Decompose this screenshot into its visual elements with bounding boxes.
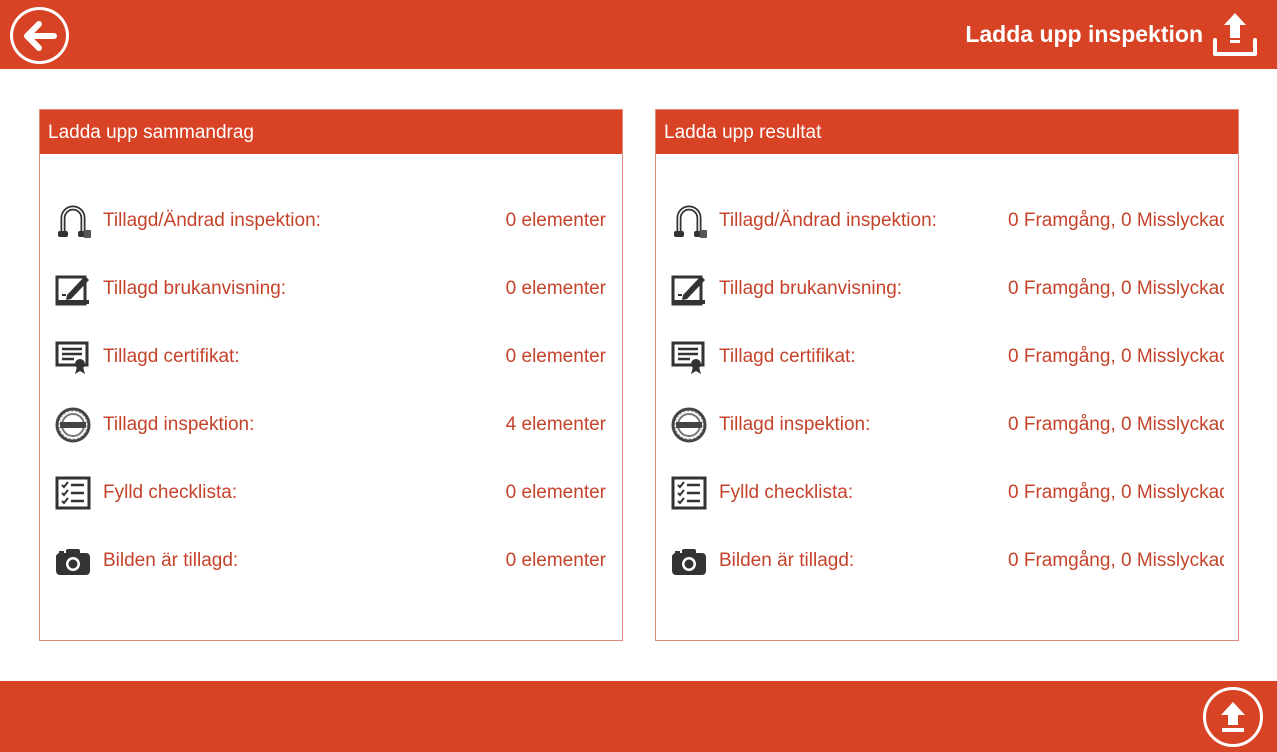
upload-summary-panel: Ladda upp sammandrag Tillagd/Ändrad insp… [39, 109, 623, 641]
top-app-bar: Ladda upp inspektion [0, 0, 1277, 69]
row-label: Tillagd/Ändrad inspektion: [103, 210, 321, 231]
summary-row-checklist: Fylld checklista: 0 elementer [54, 473, 608, 513]
results-row-certificate: Tillagd certifikat: 0 Framgång, 0 Missly… [670, 337, 1224, 377]
row-label: Fylld checklista: [719, 482, 854, 503]
upload-circle-icon [1221, 702, 1245, 732]
row-value: 0 Framgång, 0 Misslyckades [1008, 482, 1224, 503]
row-value: 0 Framgång, 0 Misslyckades [1008, 210, 1224, 231]
camera-icon [670, 543, 708, 579]
checklist-icon [54, 475, 92, 511]
page-title: Ladda upp inspektion [965, 21, 1203, 47]
row-label: Tillagd certifikat: [103, 346, 240, 367]
upload-results-title: Ladda upp resultat [656, 110, 1238, 154]
edit-note-icon [54, 271, 92, 307]
row-label: Tillagd inspektion: [719, 414, 871, 435]
certificate-icon [670, 339, 708, 375]
row-value: 0 elementer [505, 346, 606, 367]
results-row-manual: Tillagd brukanvisning: 0 Framgång, 0 Mis… [670, 269, 1224, 309]
summary-row-manual: Tillagd brukanvisning: 0 elementer [54, 269, 608, 309]
arrow-left-icon [23, 20, 57, 51]
row-value: 0 Framgång, 0 Misslyckades [1008, 278, 1224, 299]
results-row-checklist: Fylld checklista: 0 Framgång, 0 Misslyck… [670, 473, 1224, 513]
row-label: Tillagd certifikat: [719, 346, 856, 367]
row-label: Bilden är tillagd: [103, 550, 239, 571]
row-label: Tillagd brukanvisning: [103, 278, 287, 299]
summary-row-inspection: Tillagd inspektion: 4 elementer [54, 405, 608, 445]
row-value: 0 Framgång, 0 Misslyckades [1008, 414, 1224, 435]
row-value: 4 elementer [505, 414, 606, 435]
row-value: 0 Framgång, 0 Misslyckades [1008, 550, 1224, 571]
row-label: Tillagd/Ändrad inspektion: [719, 210, 937, 231]
results-row-inspection: Tillagd inspektion: 0 Framgång, 0 Missly… [670, 405, 1224, 445]
checklist-icon [670, 475, 708, 511]
upload-button-top[interactable] [1211, 10, 1259, 58]
row-value: 0 Framgång, 0 Misslyckades [1008, 346, 1224, 367]
summary-row-image: Bilden är tillagd: 0 elementer [54, 541, 608, 581]
results-row-modified-inspection: Tillagd/Ändrad inspektion: 0 Framgång, 0… [670, 201, 1224, 241]
row-label: Tillagd brukanvisning: [719, 278, 903, 299]
summary-row-modified-inspection: Tillagd/Ändrad inspektion: 0 elementer [54, 201, 608, 241]
row-value: 0 elementer [505, 278, 606, 299]
shackle-icon [54, 203, 92, 239]
upload-summary-title: Ladda upp sammandrag [40, 110, 622, 154]
inspection-seal-icon [670, 407, 708, 443]
upload-tray-icon [1213, 13, 1257, 56]
row-value: 0 elementer [505, 482, 606, 503]
row-label: Fylld checklista: [103, 482, 238, 503]
camera-icon [54, 543, 92, 579]
summary-row-certificate: Tillagd certifikat: 0 elementer [54, 337, 608, 377]
certificate-icon [54, 339, 92, 375]
back-button[interactable] [10, 7, 69, 64]
inspection-seal-icon [54, 407, 92, 443]
upload-button-bottom[interactable] [1203, 687, 1263, 747]
edit-note-icon [670, 271, 708, 307]
results-row-image: Bilden är tillagd: 0 Framgång, 0 Misslyc… [670, 541, 1224, 581]
bottom-bar [0, 681, 1277, 752]
shackle-icon [670, 203, 708, 239]
row-value: 0 elementer [505, 210, 606, 231]
upload-results-panel: Ladda upp resultat Tillagd/Ändrad inspek… [655, 109, 1239, 641]
row-label: Bilden är tillagd: [719, 550, 855, 571]
row-label: Tillagd inspektion: [103, 414, 255, 435]
row-value: 0 elementer [505, 550, 606, 571]
